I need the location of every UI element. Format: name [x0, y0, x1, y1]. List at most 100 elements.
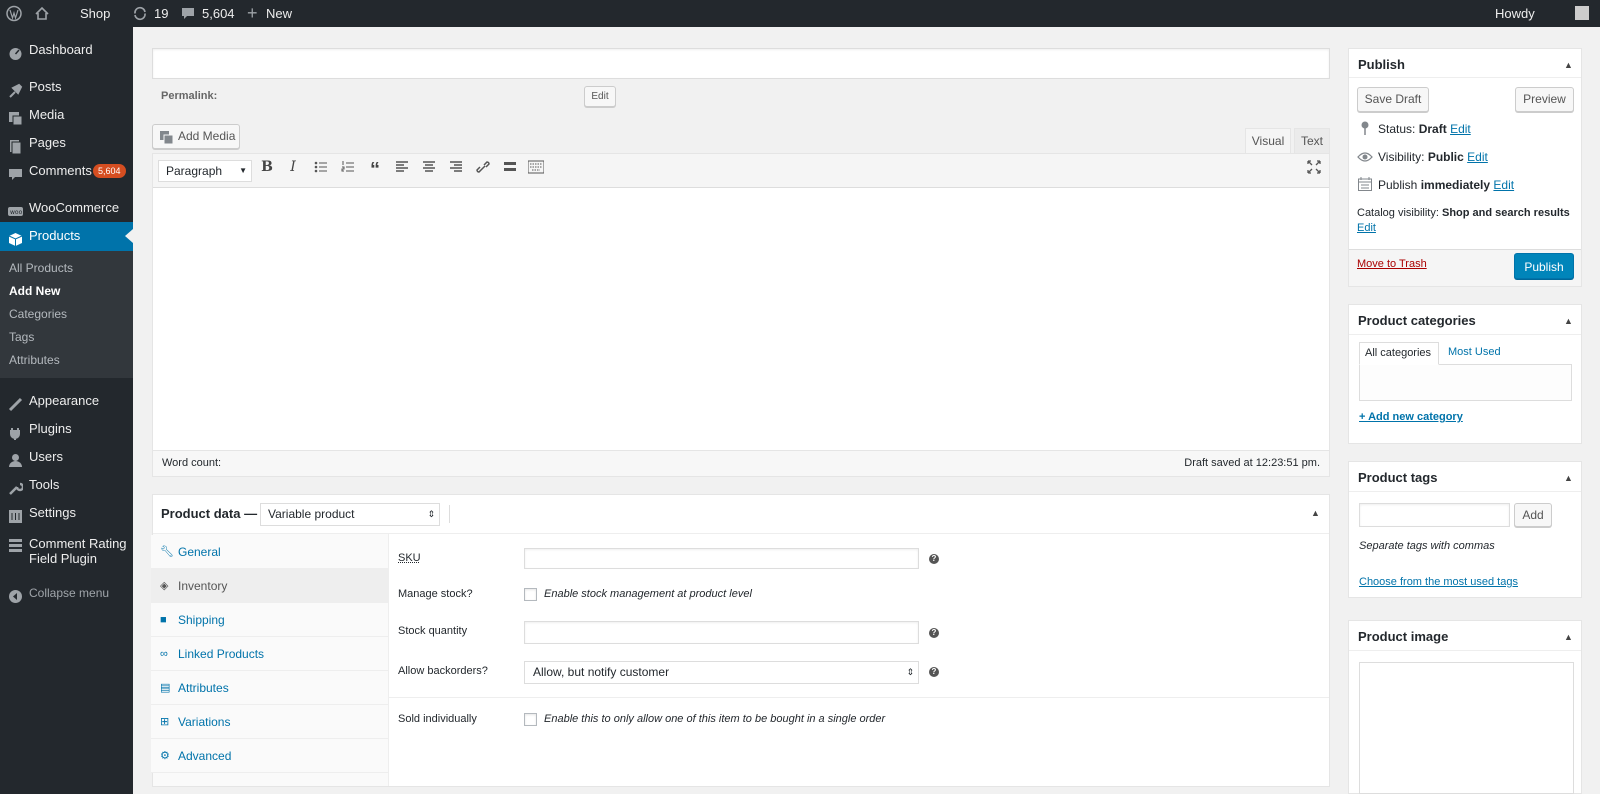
comments-count[interactable]: 5,604 — [202, 0, 235, 27]
add-tag-button[interactable]: Add — [1514, 503, 1552, 527]
tags-input[interactable] — [1359, 503, 1510, 527]
menu-appearance[interactable]: Appearance — [0, 387, 133, 415]
publish-label: Publish — [1378, 178, 1418, 192]
align-center-icon[interactable] — [420, 158, 438, 176]
publish-title: Publish — [1358, 57, 1405, 72]
stock-quantity-label: Stock quantity — [398, 625, 468, 637]
add-new-category-link[interactable]: + Add new category — [1359, 411, 1463, 423]
avatar[interactable] — [1575, 6, 1589, 20]
editor-wrap: Word count: Draft saved at 12:23:51 pm. — [152, 153, 1330, 477]
catalog-value: Shop and search results — [1441, 207, 1570, 219]
catalog-edit-link[interactable]: Edit — [1357, 222, 1376, 234]
save-draft-button[interactable]: Save Draft — [1357, 87, 1429, 112]
menu-products[interactable]: Products — [0, 222, 133, 251]
tab-shipping[interactable]: ■ Shipping — [151, 603, 388, 637]
wordpress-logo-icon[interactable] — [6, 0, 22, 27]
preview-button[interactable]: Preview — [1515, 87, 1574, 112]
help-icon[interactable]: ? — [929, 554, 939, 564]
align-right-icon[interactable] — [447, 158, 465, 176]
permalink-edit-button[interactable]: Edit — [584, 86, 616, 107]
product-box-icon — [8, 229, 23, 246]
tab-inventory[interactable]: ◈ Inventory — [151, 569, 388, 603]
set-product-image-area[interactable] — [1359, 662, 1574, 794]
collapse-toggle-icon[interactable]: ▲ — [1564, 316, 1573, 326]
menu-comment-rating[interactable]: Comment Rating Field Plugin — [0, 536, 133, 572]
publish-date-edit-link[interactable]: Edit — [1493, 178, 1514, 192]
home-icon[interactable] — [35, 0, 49, 27]
submenu-tags[interactable]: Tags — [9, 330, 34, 344]
categories-list[interactable] — [1359, 364, 1572, 401]
updates-icon[interactable] — [133, 0, 147, 27]
keyboard-icon[interactable] — [527, 158, 545, 176]
bold-icon[interactable]: B — [258, 158, 276, 176]
publish-button[interactable]: Publish — [1514, 253, 1574, 279]
editor-status-bar: Word count: Draft saved at 12:23:51 pm. — [153, 450, 1329, 476]
menu-plugins[interactable]: Plugins — [0, 415, 133, 443]
tab-all-categories[interactable]: All categories — [1359, 342, 1439, 365]
tab-advanced[interactable]: ⚙ Advanced — [151, 739, 388, 773]
site-name-link[interactable]: Shop — [80, 0, 110, 27]
collapse-toggle-icon[interactable]: ▲ — [1564, 473, 1573, 483]
tab-text[interactable]: Text — [1294, 128, 1330, 153]
bullet-list-icon[interactable] — [312, 158, 330, 176]
tab-general[interactable]: 🔧︎ General — [151, 535, 388, 569]
list-icon: ▤ — [160, 682, 171, 694]
grid-icon: ⊞ — [160, 716, 170, 728]
submenu-all-products[interactable]: All Products — [9, 261, 73, 275]
menu-users[interactable]: Users — [0, 443, 133, 471]
tags-hint: Separate tags with commas — [1359, 540, 1495, 552]
sold-individually-checkbox[interactable] — [524, 713, 537, 726]
choose-most-used-tags-link[interactable]: Choose from the most used tags — [1359, 576, 1518, 588]
read-more-icon[interactable] — [501, 158, 519, 176]
menu-woocommerce[interactable]: woo WooCommerce — [0, 194, 133, 222]
align-left-icon[interactable] — [393, 158, 411, 176]
numbered-list-icon[interactable] — [339, 158, 357, 176]
italic-icon[interactable]: I — [284, 158, 302, 176]
add-media-button[interactable]: Add Media — [152, 124, 240, 149]
product-type-select[interactable]: Variable product ⇕ — [260, 503, 440, 526]
tab-visual[interactable]: Visual — [1245, 128, 1291, 153]
howdy-link[interactable]: Howdy — [1495, 0, 1535, 27]
submenu-attributes[interactable]: Attributes — [9, 353, 60, 367]
menu-label: Appearance — [29, 393, 100, 408]
collapse-toggle-icon[interactable]: ▲ — [1564, 632, 1573, 642]
collapse-toggle-icon[interactable]: ▲ — [1564, 60, 1573, 70]
visibility-edit-link[interactable]: Edit — [1467, 150, 1488, 164]
stock-quantity-input[interactable] — [524, 621, 919, 644]
collapse-menu[interactable]: Collapse menu — [0, 579, 133, 607]
collapse-toggle-icon[interactable]: ▲ — [1311, 508, 1320, 518]
tab-attributes[interactable]: ▤ Attributes — [151, 671, 388, 705]
format-select[interactable]: Paragraph ▼ — [158, 160, 252, 182]
help-icon[interactable]: ? — [929, 667, 939, 677]
visibility-row: Visibility: Public Edit — [1378, 150, 1488, 164]
tab-label: Variations — [178, 715, 231, 729]
menu-settings[interactable]: Settings — [0, 499, 133, 527]
plus-icon[interactable]: + — [247, 0, 258, 27]
comments-icon[interactable] — [181, 0, 195, 27]
product-title-input[interactable] — [152, 48, 1330, 79]
menu-tools[interactable]: Tools — [0, 471, 133, 499]
help-icon[interactable]: ? — [929, 628, 939, 638]
menu-pages[interactable]: Pages — [0, 129, 133, 157]
move-to-trash-link[interactable]: Move to Trash — [1357, 258, 1427, 270]
editor-content-area[interactable] — [153, 189, 1329, 450]
manage-stock-checkbox[interactable] — [524, 588, 537, 601]
blockquote-icon[interactable]: “ — [366, 158, 384, 181]
submenu-categories[interactable]: Categories — [9, 307, 67, 321]
menu-media[interactable]: Media — [0, 101, 133, 129]
new-content-link[interactable]: New — [266, 0, 292, 27]
menu-posts[interactable]: Posts — [0, 73, 133, 101]
fullscreen-icon[interactable] — [1305, 158, 1323, 176]
status-edit-link[interactable]: Edit — [1450, 122, 1471, 136]
tab-most-used[interactable]: Most Used — [1448, 346, 1501, 358]
link-icon[interactable] — [474, 158, 492, 176]
menu-comments[interactable]: Comments 5,604 — [0, 157, 133, 185]
sku-input[interactable] — [524, 548, 919, 569]
tab-variations[interactable]: ⊞ Variations — [151, 705, 388, 739]
plug-icon — [8, 422, 23, 440]
backorders-select[interactable]: Allow, but notify customer ⇕ — [524, 661, 919, 684]
submenu-add-new[interactable]: Add New — [9, 284, 60, 298]
tab-linked-products[interactable]: ∞ Linked Products — [151, 637, 388, 671]
updates-count[interactable]: 19 — [154, 0, 168, 27]
menu-dashboard[interactable]: Dashboard — [0, 36, 133, 64]
